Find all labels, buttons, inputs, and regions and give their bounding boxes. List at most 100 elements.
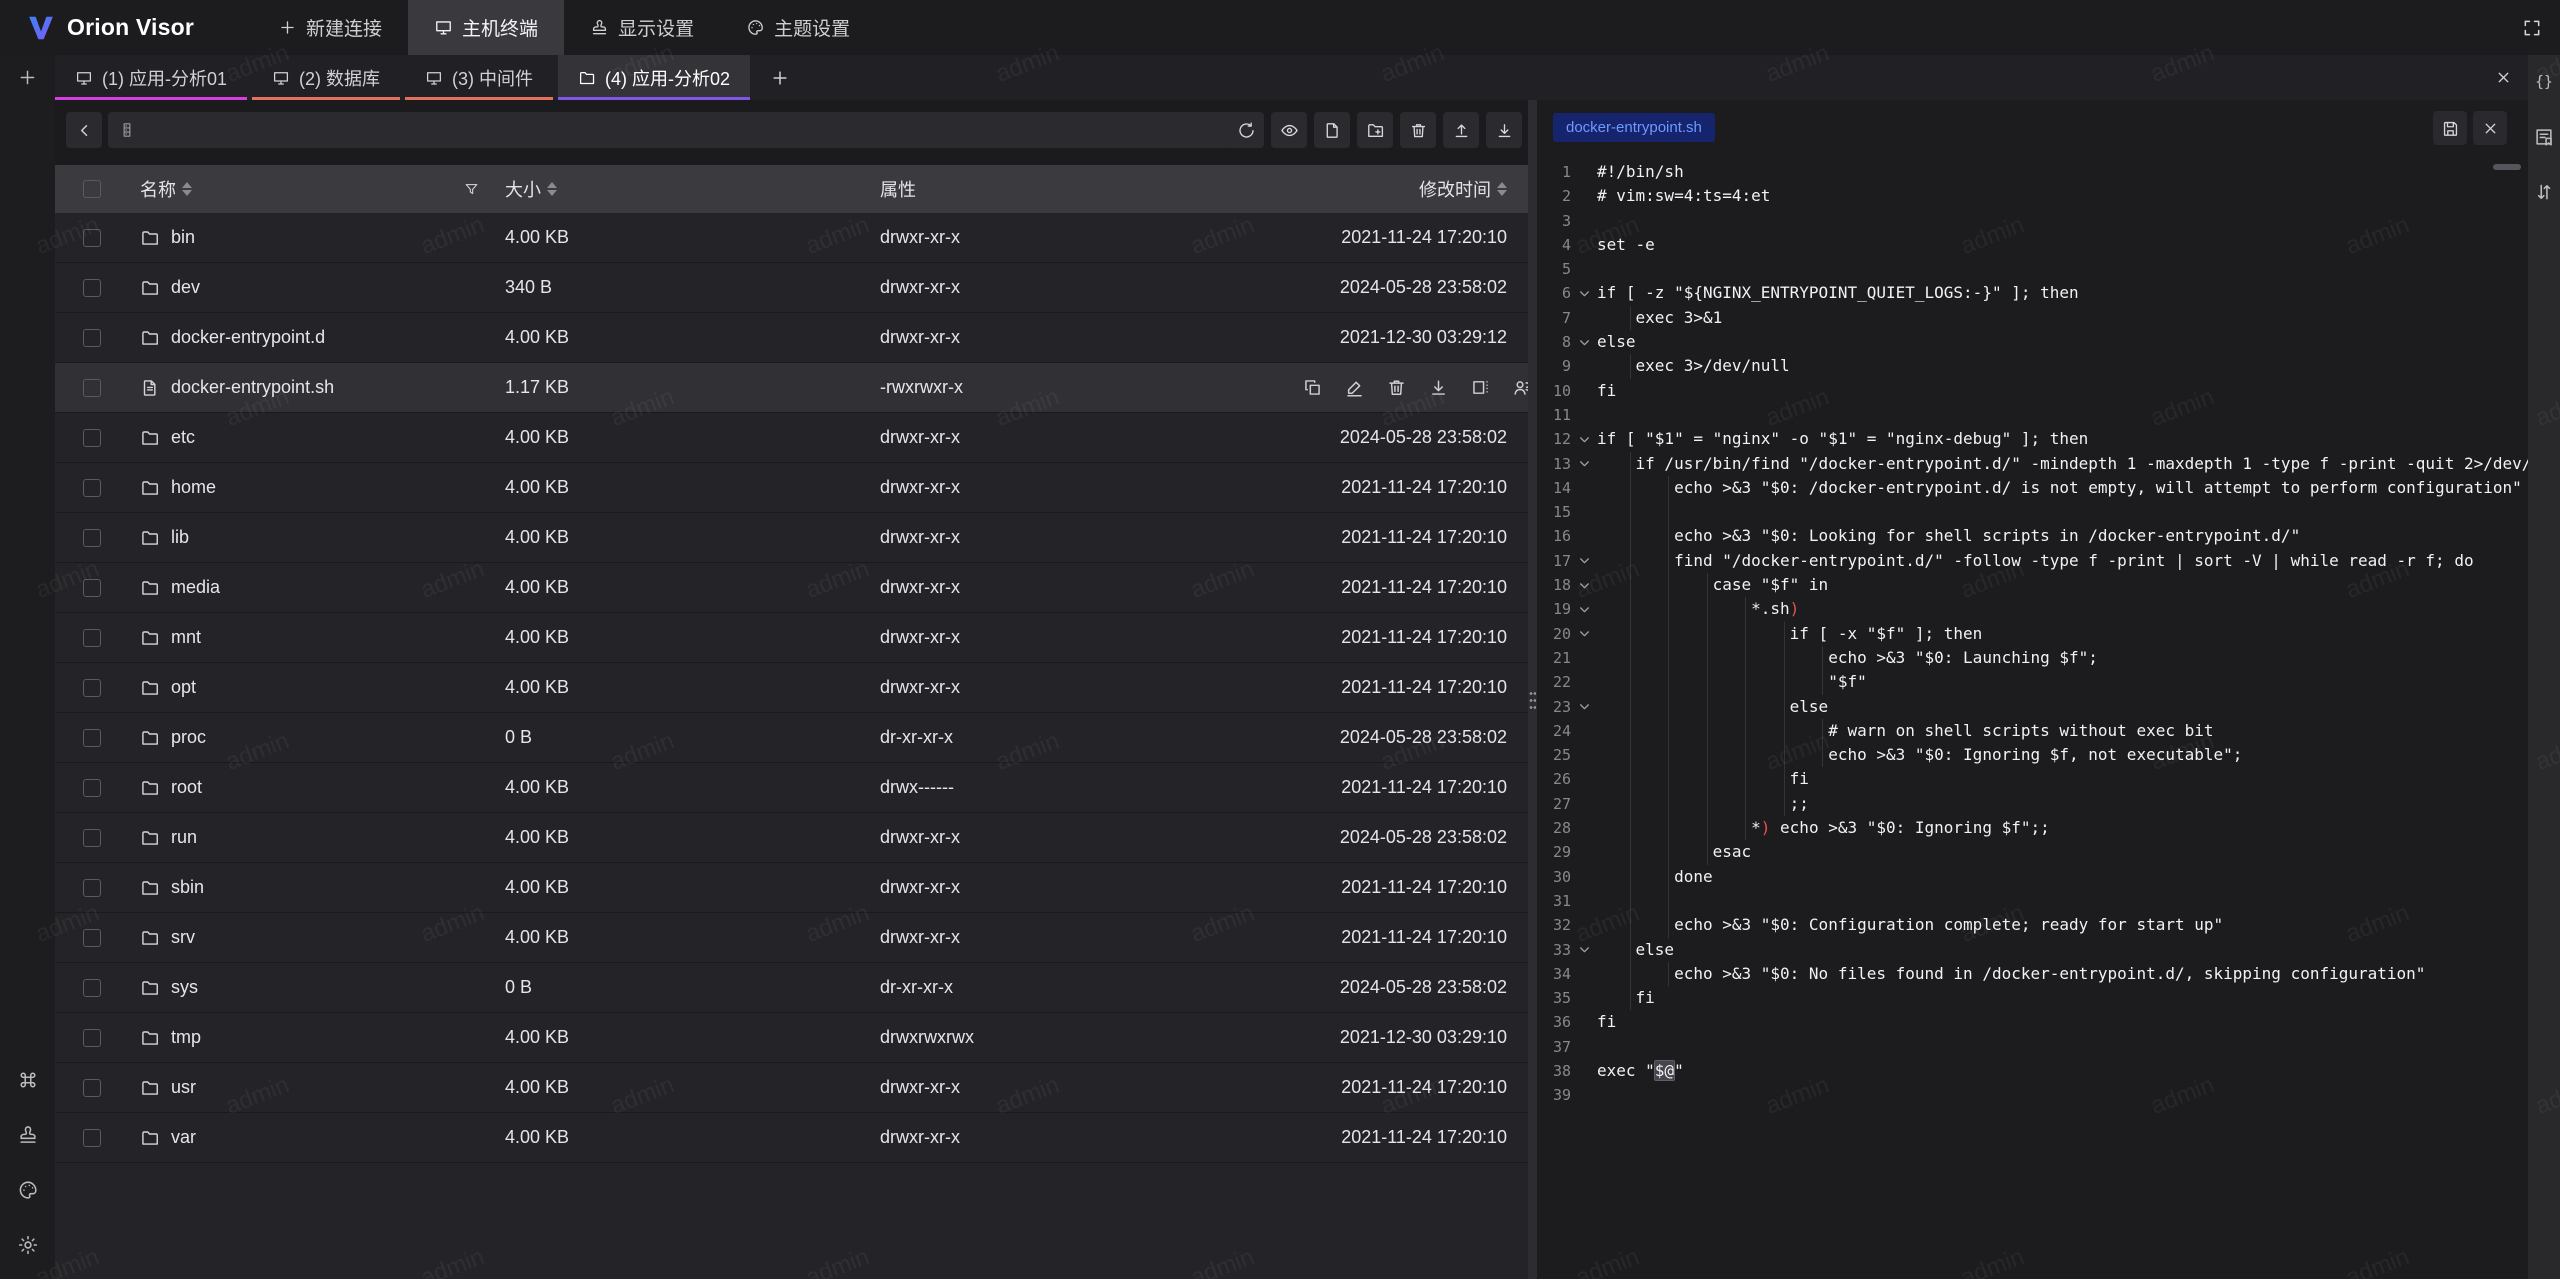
rail-settings-button[interactable] (16, 1233, 40, 1257)
path-input[interactable] (108, 112, 1232, 148)
file-row-lib[interactable]: lib4.00 KBdrwxr-xr-x2021-11-24 17:20:10 (55, 513, 1528, 563)
sort-arrows-icon[interactable] (1497, 182, 1507, 196)
row-actions (1302, 377, 1528, 398)
file-row-var[interactable]: var4.00 KBdrwxr-xr-x2021-11-24 17:20:10 (55, 1113, 1528, 1163)
close-tabs-icon[interactable] (2495, 55, 2512, 100)
brand[interactable]: Orion Visor (0, 13, 194, 43)
trash-icon[interactable] (1386, 377, 1407, 398)
editor-close-button[interactable] (2473, 111, 2507, 145)
preview-button[interactable] (1271, 112, 1307, 148)
row-checkbox[interactable] (83, 279, 101, 297)
panel-splitter[interactable] (1528, 100, 1537, 1279)
row-checkbox[interactable] (83, 679, 101, 697)
row-checkbox[interactable] (83, 879, 101, 897)
tab-database[interactable]: (2) 数据库 (252, 55, 400, 100)
fold-arrow-icon[interactable] (1571, 336, 1597, 349)
file-row-sys[interactable]: sys0 Bdr-xr-xr-x2024-05-28 23:58:02 (55, 963, 1528, 1013)
new-folder-button[interactable] (1357, 112, 1393, 148)
nav-item-display-settings[interactable]: 显示设置 (564, 0, 720, 55)
refresh-button[interactable] (1228, 112, 1264, 148)
file-row-etc[interactable]: etc4.00 KBdrwxr-xr-x2024-05-28 23:58:02 (55, 413, 1528, 463)
copy-icon[interactable] (1302, 377, 1323, 398)
file-row-mnt[interactable]: mnt4.00 KBdrwxr-xr-x2021-11-24 17:20:10 (55, 613, 1528, 663)
rail-command-button[interactable] (16, 1068, 40, 1092)
delete-button[interactable] (1400, 112, 1436, 148)
fullscreen-icon[interactable] (2522, 18, 2542, 38)
row-checkbox[interactable] (83, 1079, 101, 1097)
fold-arrow-icon[interactable] (1571, 700, 1597, 713)
download-icon[interactable] (1428, 377, 1449, 398)
users-icon[interactable] (1512, 377, 1528, 398)
column-header-2[interactable]: 大小 (505, 176, 880, 202)
file-row-proc[interactable]: proc0 Bdr-xr-xr-x2024-05-28 23:58:02 (55, 713, 1528, 763)
fold-arrow-icon[interactable] (1571, 554, 1597, 567)
file-row-docker-entrypoint.sh[interactable]: docker-entrypoint.sh1.17 KB-rwxrwxr-x (55, 363, 1528, 413)
file-row-root[interactable]: root4.00 KBdrwx------2021-11-24 17:20:10 (55, 763, 1528, 813)
funnel-icon[interactable] (463, 181, 480, 198)
file-row-bin[interactable]: bin4.00 KBdrwxr-xr-x2021-11-24 17:20:10 (55, 213, 1528, 263)
row-checkbox[interactable] (83, 779, 101, 797)
row-checkbox[interactable] (83, 979, 101, 997)
select-all-checkbox[interactable] (83, 180, 101, 198)
move-icon[interactable] (1470, 377, 1491, 398)
fold-arrow-icon[interactable] (1571, 287, 1597, 300)
fold-arrow-icon[interactable] (1571, 627, 1597, 640)
editor-file-tab[interactable]: docker-entrypoint.sh (1553, 113, 1715, 142)
upload-button[interactable] (1443, 112, 1479, 148)
row-checkbox[interactable] (83, 829, 101, 847)
row-checkbox[interactable] (83, 629, 101, 647)
strip-transfer-list-button[interactable] (2529, 177, 2559, 207)
file-row-srv[interactable]: srv4.00 KBdrwxr-xr-x2021-11-24 17:20:10 (55, 913, 1528, 963)
column-header-4[interactable]: 修改时间 (1210, 176, 1507, 202)
tab-middleware[interactable]: (3) 中间件 (405, 55, 553, 100)
tab-app-analysis-02[interactable]: (4) 应用-分析02 (558, 55, 750, 100)
row-checkbox[interactable] (83, 1129, 101, 1147)
row-checkbox[interactable] (83, 479, 101, 497)
row-checkbox[interactable] (83, 529, 101, 547)
sort-arrows-icon[interactable] (547, 182, 557, 196)
strip-snippets-button[interactable]: {} (2529, 67, 2559, 97)
file-row-usr[interactable]: usr4.00 KBdrwxr-xr-x2021-11-24 17:20:10 (55, 1063, 1528, 1113)
file-row-home[interactable]: home4.00 KBdrwxr-xr-x2021-11-24 17:20:10 (55, 463, 1528, 513)
back-button[interactable] (66, 112, 102, 148)
fold-arrow-icon[interactable] (1571, 603, 1597, 616)
download-button[interactable] (1486, 112, 1522, 148)
code-editor[interactable]: 1#!/bin/sh2# vim:sw=4:ts=4:et34set -e56i… (1537, 160, 2528, 1279)
row-checkbox[interactable] (83, 379, 101, 397)
file-row-opt[interactable]: opt4.00 KBdrwxr-xr-x2021-11-24 17:20:10 (55, 663, 1528, 713)
row-checkbox[interactable] (83, 229, 101, 247)
file-row-sbin[interactable]: sbin4.00 KBdrwxr-xr-x2021-11-24 17:20:10 (55, 863, 1528, 913)
strip-script-doc-button[interactable] (2529, 122, 2559, 152)
fold-arrow-icon[interactable] (1571, 457, 1597, 470)
rail-display-button[interactable] (16, 1123, 40, 1147)
file-row-dev[interactable]: dev340 Bdrwxr-xr-x2024-05-28 23:58:02 (55, 263, 1528, 313)
fold-arrow-icon[interactable] (1571, 579, 1597, 592)
nav-item-new-connection[interactable]: 新建连接 (252, 0, 408, 55)
nav-item-host-terminal[interactable]: 主机终端 (408, 0, 564, 55)
row-checkbox[interactable] (83, 329, 101, 347)
column-header-3[interactable]: 属性 (880, 176, 1210, 202)
rail-new-button[interactable] (16, 65, 40, 89)
row-checkbox[interactable] (83, 1029, 101, 1047)
save-button[interactable] (2433, 111, 2467, 145)
row-checkbox[interactable] (83, 929, 101, 947)
new-tab-button[interactable] (764, 55, 796, 100)
file-row-run[interactable]: run4.00 KBdrwxr-xr-x2024-05-28 23:58:02 (55, 813, 1528, 863)
editor-scrollbar[interactable] (2493, 164, 2521, 170)
new-file-button[interactable] (1314, 112, 1350, 148)
row-checkbox[interactable] (83, 429, 101, 447)
column-header-1[interactable]: 名称 (140, 176, 505, 202)
row-checkbox[interactable] (83, 729, 101, 747)
pencil-icon[interactable] (1344, 377, 1365, 398)
sort-arrows-icon[interactable] (182, 182, 192, 196)
tab-app-analysis-01[interactable]: (1) 应用-分析01 (55, 55, 247, 100)
fold-arrow-icon[interactable] (1571, 943, 1597, 956)
rail-theme-button[interactable] (16, 1178, 40, 1202)
file-row-tmp[interactable]: tmp4.00 KBdrwxrwxrwx2021-12-30 03:29:10 (55, 1013, 1528, 1063)
nav-item-theme-settings[interactable]: 主题设置 (720, 0, 876, 55)
splitter-grip-icon[interactable] (1529, 690, 1536, 710)
row-checkbox[interactable] (83, 579, 101, 597)
fold-arrow-icon[interactable] (1571, 433, 1597, 446)
file-row-media[interactable]: media4.00 KBdrwxr-xr-x2021-11-24 17:20:1… (55, 563, 1528, 613)
file-row-docker-entrypoint.d[interactable]: docker-entrypoint.d4.00 KBdrwxr-xr-x2021… (55, 313, 1528, 363)
